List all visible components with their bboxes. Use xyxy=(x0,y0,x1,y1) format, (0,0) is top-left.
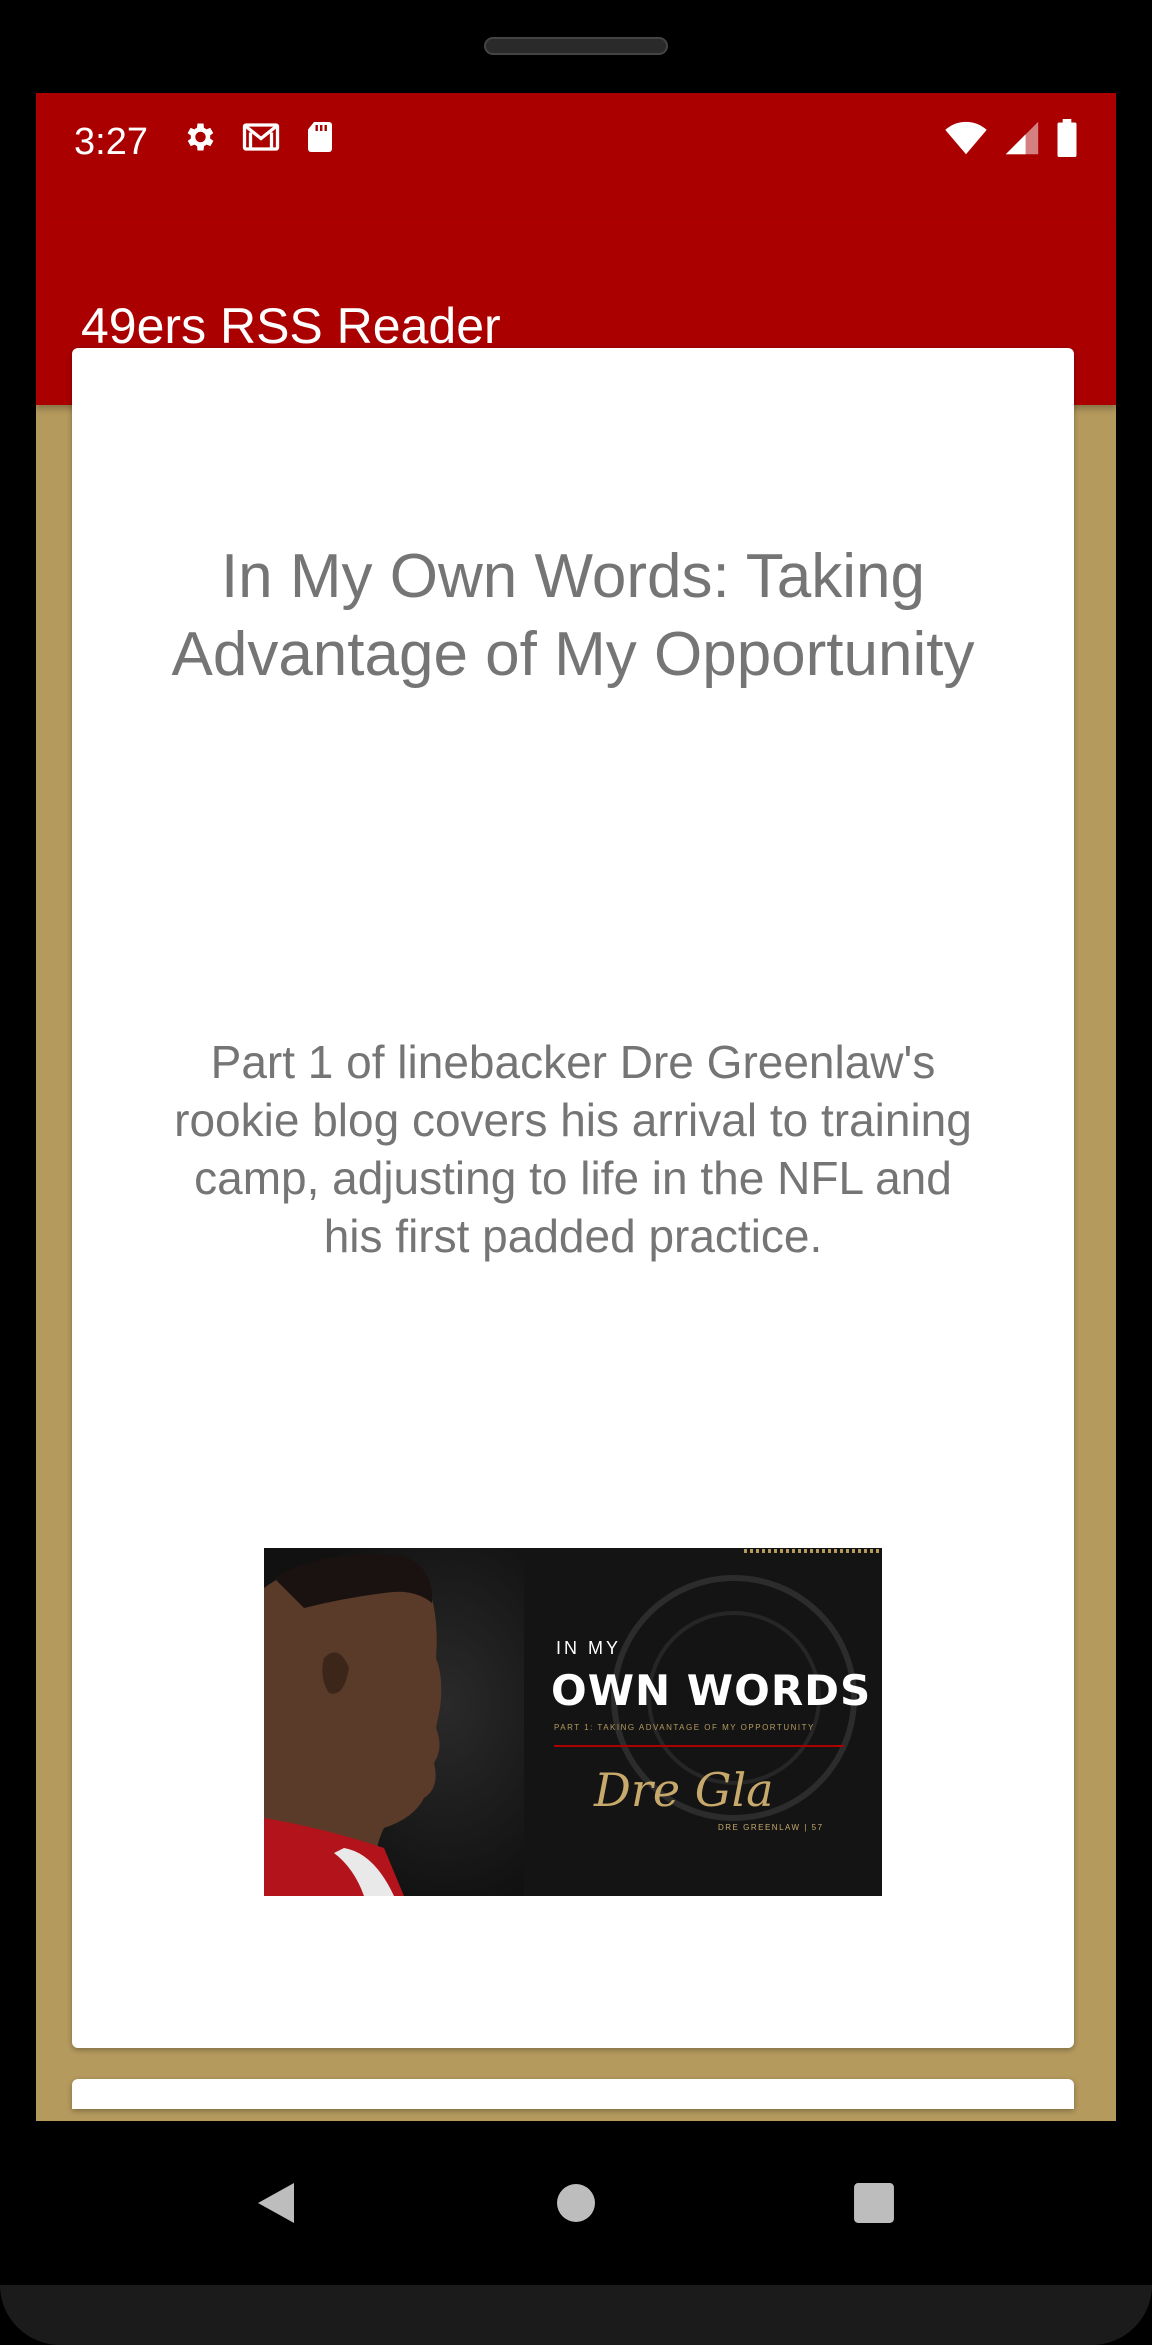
device-frame: 3:27 49ers RSS Reader In My Own Words: T… xyxy=(0,0,1152,2345)
battery-icon xyxy=(1056,119,1078,162)
speaker-grille xyxy=(484,37,668,55)
image-divider xyxy=(554,1745,844,1747)
image-decoration xyxy=(611,1549,882,1821)
status-bar: 3:27 xyxy=(36,93,1116,219)
status-time: 3:27 xyxy=(74,121,148,163)
wifi-icon xyxy=(944,120,988,161)
screen: 3:27 49ers RSS Reader In My Own Words: T… xyxy=(36,93,1116,2121)
signal-icon xyxy=(1004,120,1040,161)
feed-item-image[interactable]: IN MY OWN WORDS PART 1: TAKING ADVANTAGE… xyxy=(264,1548,882,1896)
image-byline: DRE GREENLAW | 57 xyxy=(718,1823,824,1832)
image-signature: Dre Gla xyxy=(594,1763,774,1817)
feed-item-title: In My Own Words: Taking Advantage of My … xyxy=(171,542,975,689)
image-text-in-my: IN MY xyxy=(556,1638,622,1658)
recents-icon[interactable] xyxy=(834,2163,914,2243)
image-text-own-words: OWN WORDS xyxy=(551,1666,872,1715)
next-feed-item-card[interactable] xyxy=(72,2079,1074,2109)
gmail-icon xyxy=(241,119,281,160)
feed-item-description: Part 1 of linebacker Dre Greenlaw's rook… xyxy=(174,1036,972,1262)
back-icon[interactable] xyxy=(236,2163,316,2243)
sd-card-icon xyxy=(305,119,335,160)
home-icon[interactable] xyxy=(536,2163,616,2243)
navigation-bar xyxy=(0,2121,1152,2285)
feed-item-card[interactable]: In My Own Words: Taking Advantage of My … xyxy=(72,348,1074,2048)
gear-icon xyxy=(181,119,217,160)
device-bottom-bezel xyxy=(0,2285,1152,2345)
image-subtitle: PART 1: TAKING ADVANTAGE OF MY OPPORTUNI… xyxy=(554,1723,815,1732)
status-icons-left xyxy=(181,119,335,160)
status-icons-right xyxy=(944,119,1078,162)
app-title: 49ers RSS Reader xyxy=(81,298,501,354)
